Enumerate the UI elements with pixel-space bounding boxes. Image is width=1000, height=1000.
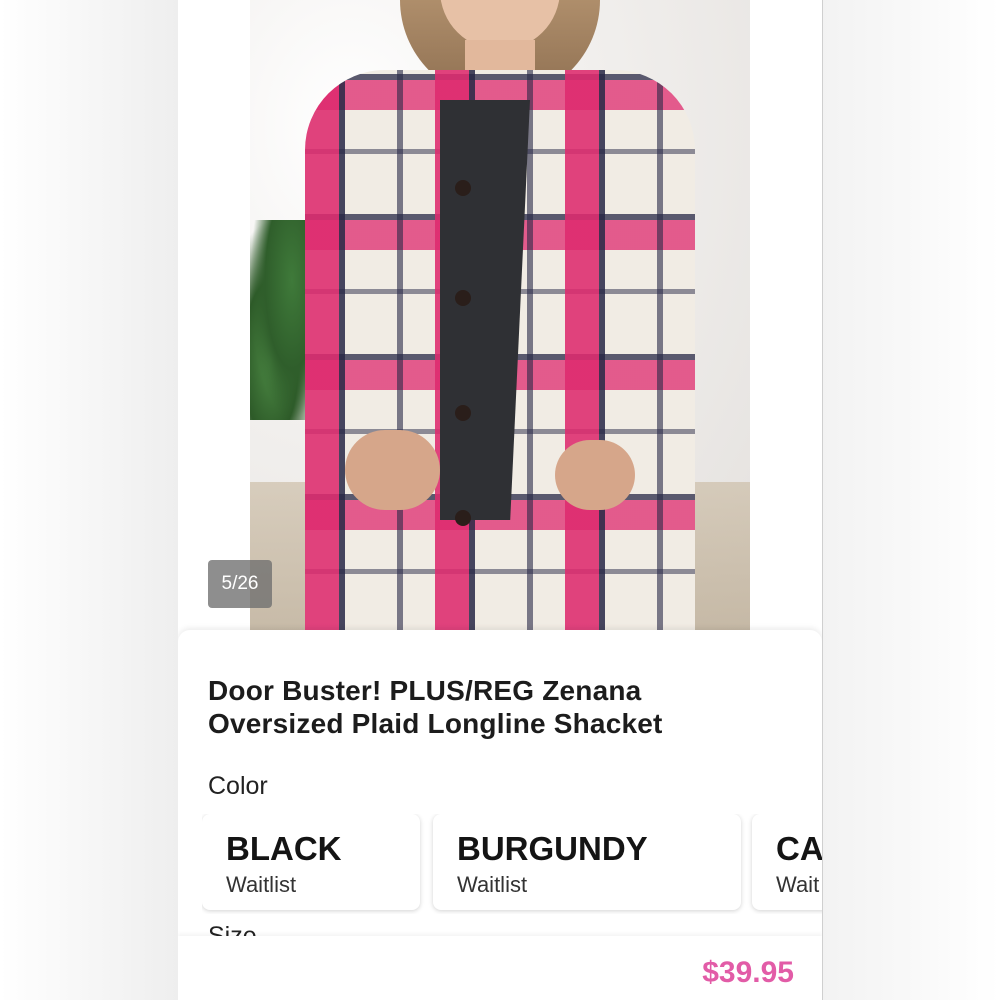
product-title-line: Door Buster! PLUS/REG Zenana xyxy=(208,675,642,706)
product-info-sheet: Door Buster! PLUS/REG Zenana Oversized P… xyxy=(178,630,822,1000)
product-title-line: Oversized Plaid Longline Shacket xyxy=(208,708,663,739)
color-option-name: CA xyxy=(776,830,822,867)
product-price: $39.95 xyxy=(702,956,794,989)
color-option-burgundy[interactable]: BURGUNDY Waitlist xyxy=(433,814,741,910)
coat-button xyxy=(455,290,471,306)
color-option-partial[interactable]: CA Wait xyxy=(752,814,822,910)
coat-button xyxy=(455,405,471,421)
color-option-status: Waitlist xyxy=(226,872,297,897)
coat-button xyxy=(455,510,471,526)
image-counter-badge: 5/26 xyxy=(208,560,272,608)
color-option-name: BLACK xyxy=(226,830,342,867)
color-option-status: Waitlist xyxy=(457,872,528,897)
color-options-row[interactable]: BLACK Waitlist BURGUNDY Waitlist CA Wait xyxy=(202,814,822,914)
product-photo[interactable] xyxy=(250,0,750,632)
price-bar: $39.95 xyxy=(178,936,822,1000)
coat-button xyxy=(455,180,471,196)
product-title: Door Buster! PLUS/REG Zenana Oversized P… xyxy=(208,674,768,740)
color-option-name: BURGUNDY xyxy=(457,830,648,867)
color-option-status: Wait xyxy=(776,872,820,897)
color-section-label: Color xyxy=(208,772,268,800)
product-screen: 5/26 Door Buster! PLUS/REG Zenana Oversi… xyxy=(178,0,823,1000)
color-option-black[interactable]: BLACK Waitlist xyxy=(202,814,420,910)
photo-hand xyxy=(555,440,635,510)
photo-hand xyxy=(345,430,440,510)
